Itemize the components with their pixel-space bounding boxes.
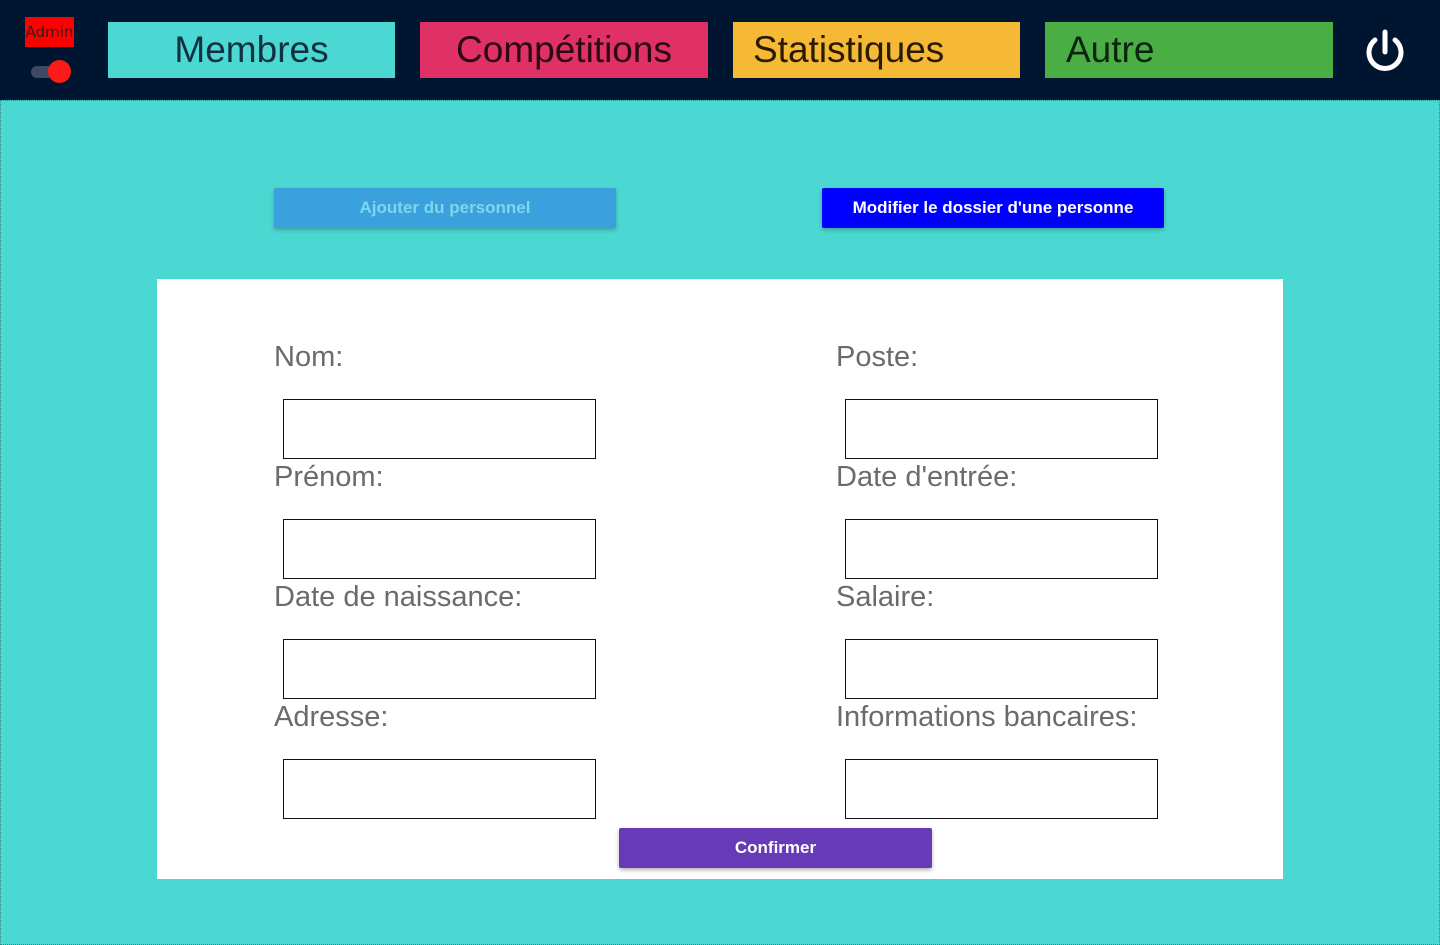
- edit-record-button[interactable]: Modifier le dossier d'une personne: [822, 188, 1164, 228]
- label-date-entree: Date d'entrée:: [836, 461, 1018, 493]
- top-navigation-bar: Admin Membres Compétitions Statistiques …: [0, 0, 1440, 100]
- label-prenom: Prénom:: [274, 461, 384, 493]
- power-icon[interactable]: [1361, 28, 1409, 76]
- salaire-field[interactable]: [845, 639, 1158, 699]
- label-nom: Nom:: [274, 341, 344, 373]
- nav-competitions-button[interactable]: Compétitions: [420, 22, 708, 78]
- admin-badge: Admin: [25, 17, 74, 47]
- poste-field[interactable]: [845, 399, 1158, 459]
- label-informations-bancaires: Informations bancaires:: [836, 701, 1138, 733]
- confirm-button[interactable]: Confirmer: [619, 828, 932, 868]
- adresse-field[interactable]: [283, 759, 596, 819]
- prenom-field[interactable]: [283, 519, 596, 579]
- add-staff-button[interactable]: Ajouter du personnel: [274, 188, 616, 228]
- informations-bancaires-field[interactable]: [845, 759, 1158, 819]
- nav-membres-button[interactable]: Membres: [108, 22, 395, 78]
- label-date-naissance: Date de naissance:: [274, 581, 523, 613]
- label-salaire: Salaire:: [836, 581, 935, 613]
- admin-toggle[interactable]: [31, 60, 71, 83]
- nav-autre-button[interactable]: Autre: [1045, 22, 1333, 78]
- label-adresse: Adresse:: [274, 701, 389, 733]
- toggle-knob: [48, 60, 71, 83]
- nom-field[interactable]: [283, 399, 596, 459]
- date-naissance-field[interactable]: [283, 639, 596, 699]
- date-entree-field[interactable]: [845, 519, 1158, 579]
- nav-statistiques-button[interactable]: Statistiques: [733, 22, 1020, 78]
- label-poste: Poste:: [836, 341, 919, 373]
